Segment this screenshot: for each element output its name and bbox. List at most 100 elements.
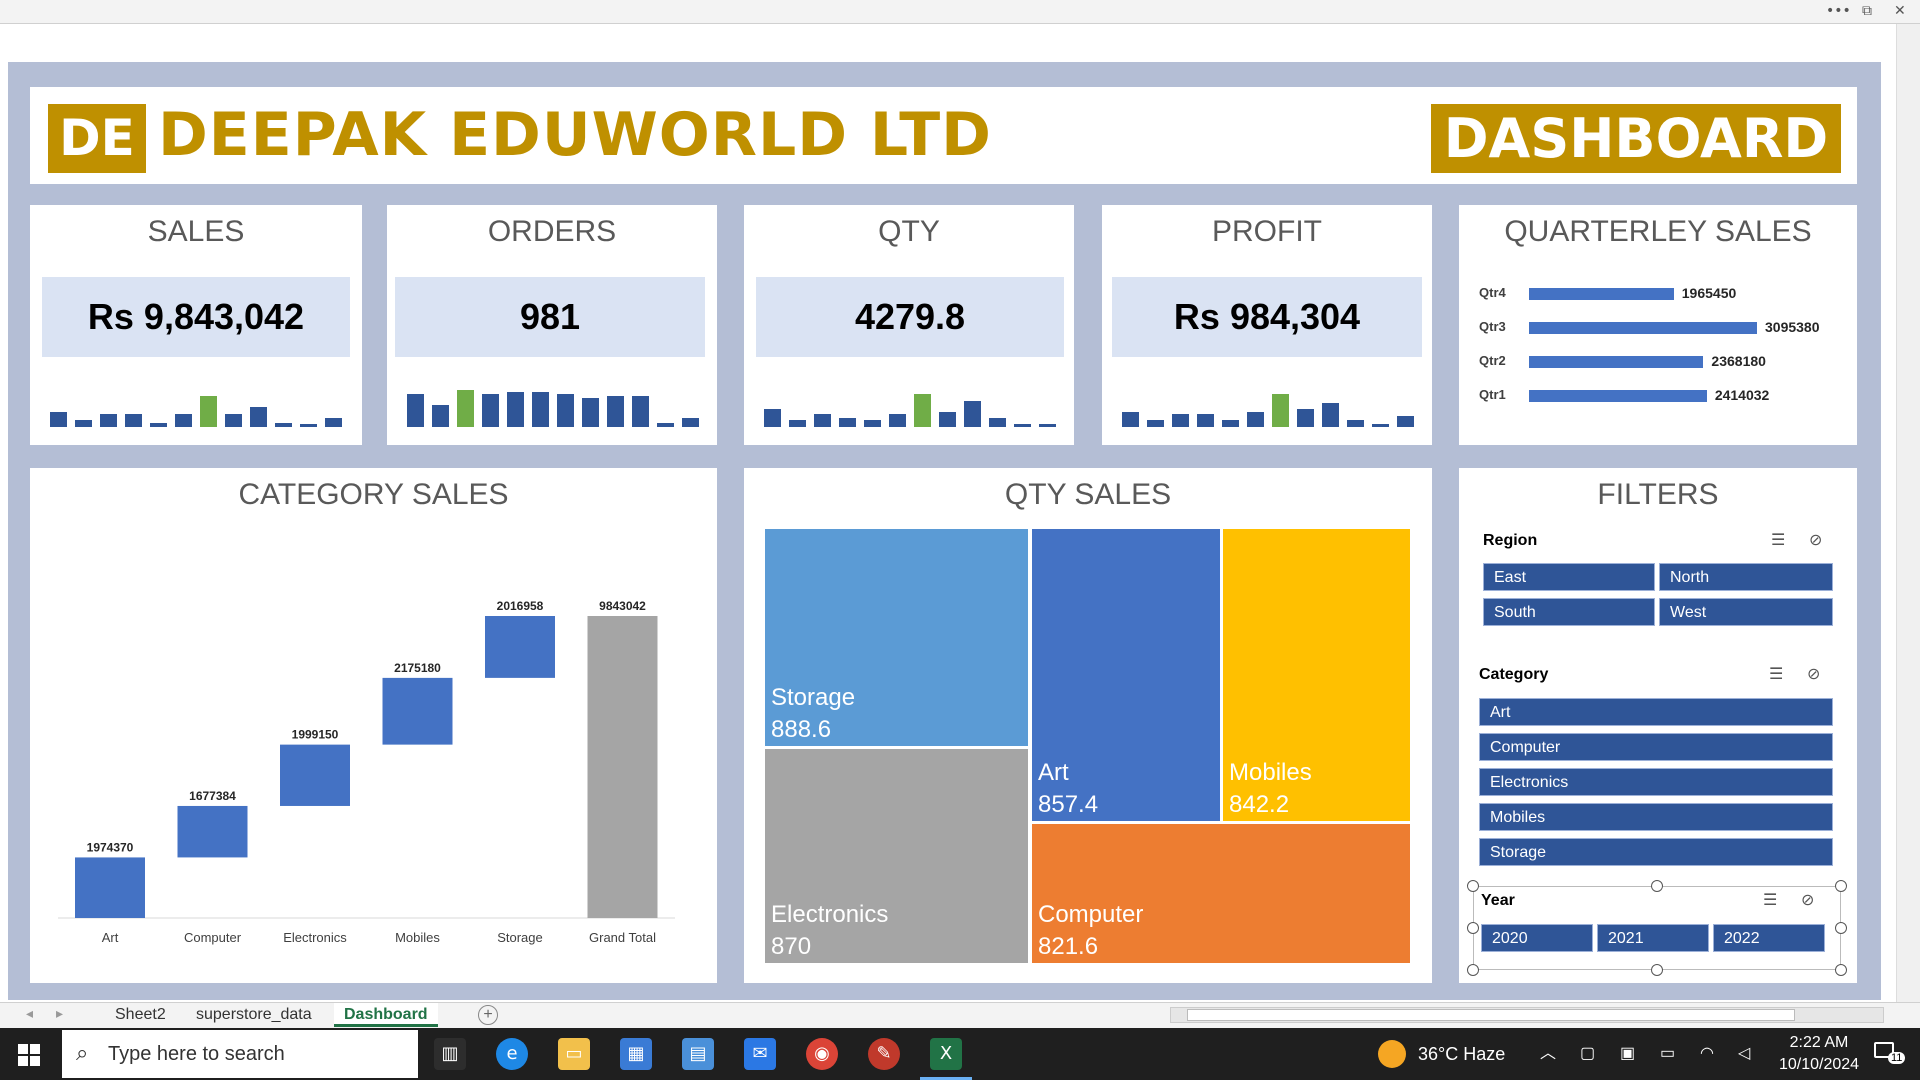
multi-select-icon[interactable]: ☰ bbox=[1763, 890, 1777, 909]
notifications-icon[interactable]: 11 bbox=[1874, 1040, 1906, 1068]
treemap-tile-value: 821.6 bbox=[1038, 933, 1099, 960]
horizontal-scroll-thumb[interactable] bbox=[1187, 1009, 1795, 1021]
tab-sheet2[interactable]: Sheet2 bbox=[105, 1003, 176, 1027]
quarter-bar bbox=[1529, 390, 1707, 402]
region-east-button[interactable]: East bbox=[1483, 563, 1655, 591]
kpi-title: ORDERS bbox=[487, 215, 617, 248]
windows-start-icon[interactable] bbox=[18, 1044, 40, 1066]
category-art-button[interactable]: Art bbox=[1479, 698, 1833, 726]
search-placeholder: Type here to search bbox=[108, 1043, 285, 1065]
tab-nav-right-icon[interactable]: ▸ bbox=[56, 1005, 63, 1022]
year-2020-button[interactable]: 2020 bbox=[1481, 924, 1593, 952]
weather-icon[interactable] bbox=[1378, 1040, 1406, 1068]
clear-filter-icon[interactable]: ⊘ bbox=[1801, 890, 1814, 909]
edge-browser-icon[interactable]: e bbox=[496, 1038, 528, 1070]
spark-bar bbox=[764, 409, 781, 427]
resize-handle[interactable] bbox=[1835, 880, 1847, 892]
resize-handle[interactable] bbox=[1835, 922, 1847, 934]
vertical-scrollbar[interactable] bbox=[1896, 24, 1920, 1002]
windows-taskbar: ⌕ Type here to search ▥ e ▭ ▦ ▤ ✉ ◉ ✎ X … bbox=[0, 1028, 1920, 1080]
task-view-icon[interactable]: ▥ bbox=[434, 1038, 466, 1070]
close-icon[interactable]: ✕ bbox=[1894, 3, 1906, 19]
year-2021-button[interactable]: 2021 bbox=[1597, 924, 1709, 952]
more-options-icon[interactable]: ••• bbox=[1826, 3, 1851, 19]
year-2022-button[interactable]: 2022 bbox=[1713, 924, 1825, 952]
treemap-tile-value: 857.4 bbox=[1038, 791, 1099, 818]
tray-display-icon[interactable]: ▣ bbox=[1620, 1028, 1635, 1080]
horizontal-scrollbar[interactable] bbox=[1170, 1007, 1884, 1023]
resize-handle[interactable] bbox=[1835, 964, 1847, 976]
category-mobiles-button[interactable]: Mobiles bbox=[1479, 803, 1833, 831]
desktop-app-icon[interactable]: ▤ bbox=[682, 1038, 714, 1070]
resize-handle[interactable] bbox=[1467, 880, 1479, 892]
multi-select-icon[interactable]: ☰ bbox=[1769, 664, 1783, 683]
clock-date: 10/10/2024 bbox=[1778, 1056, 1860, 1073]
chrome-icon[interactable]: ◉ bbox=[806, 1038, 838, 1070]
spark-bar bbox=[300, 424, 317, 427]
waterfall-bar bbox=[382, 677, 453, 745]
spark-bar bbox=[532, 391, 549, 427]
filters-card: FILTERS Region ☰ ⊘ East North South West… bbox=[1459, 468, 1857, 983]
spark-bar bbox=[175, 413, 192, 427]
tray-chevron-icon[interactable]: ︿ bbox=[1540, 1028, 1556, 1080]
multi-select-icon[interactable]: ☰ bbox=[1771, 530, 1785, 549]
spark-bar bbox=[432, 405, 449, 427]
add-sheet-icon[interactable]: + bbox=[478, 1005, 498, 1025]
notification-count: 11 bbox=[1888, 1052, 1906, 1064]
clock-time: 2:22 AM bbox=[1789, 1034, 1849, 1051]
paint-app-icon[interactable]: ✎ bbox=[868, 1038, 900, 1070]
excel-icon[interactable]: X bbox=[930, 1038, 962, 1070]
clock[interactable]: 2:22 AM 10/10/2024 bbox=[1774, 1032, 1864, 1076]
tray-app-icon[interactable]: ▢ bbox=[1580, 1028, 1595, 1080]
treemap-tile-name: Mobiles bbox=[1229, 759, 1312, 786]
file-explorer-icon[interactable]: ▭ bbox=[558, 1038, 590, 1070]
sparkline bbox=[407, 383, 699, 427]
quarter-value: 1965450 bbox=[1681, 285, 1737, 301]
resize-handle[interactable] bbox=[1651, 880, 1663, 892]
store-icon[interactable]: ▦ bbox=[620, 1038, 652, 1070]
waterfall-category-label: Art bbox=[102, 930, 119, 945]
category-electronics-button[interactable]: Electronics bbox=[1479, 768, 1833, 796]
category-sales-card: CATEGORY SALES 1974370 Art 1677384 Computer… bbox=[30, 468, 717, 983]
waterfall-category-label: Grand Total bbox=[589, 930, 656, 945]
spark-bar bbox=[457, 389, 474, 427]
kpi-profit-card: PROFIT Rs 984,304 bbox=[1102, 205, 1432, 445]
tab-nav-left-icon[interactable]: ◂ bbox=[26, 1005, 33, 1022]
spark-bar bbox=[1347, 420, 1364, 427]
spark-bar bbox=[682, 418, 699, 427]
quarter-label: Qtr1 bbox=[1479, 387, 1506, 402]
category-computer-button[interactable]: Computer bbox=[1479, 733, 1833, 761]
resize-handle[interactable] bbox=[1651, 964, 1663, 976]
region-west-button[interactable]: West bbox=[1659, 598, 1833, 626]
spark-bar bbox=[1297, 409, 1314, 427]
region-south-button[interactable]: South bbox=[1483, 598, 1655, 626]
wifi-icon[interactable]: ◠ bbox=[1700, 1028, 1714, 1080]
weather-text[interactable]: 36°C Haze bbox=[1418, 1028, 1505, 1080]
treemap-tile-name: Electronics bbox=[771, 901, 889, 928]
resize-handle[interactable] bbox=[1467, 964, 1479, 976]
waterfall-bar bbox=[485, 616, 555, 678]
clear-filter-icon[interactable]: ⊘ bbox=[1807, 664, 1820, 683]
resize-handle[interactable] bbox=[1467, 922, 1479, 934]
mail-icon[interactable]: ✉ bbox=[744, 1038, 776, 1070]
battery-icon[interactable]: ▭ bbox=[1660, 1028, 1675, 1080]
treemap-tile-label: Art 857.4 bbox=[1038, 757, 1098, 821]
region-north-button[interactable]: North bbox=[1659, 563, 1833, 591]
treemap-tile-name: Computer bbox=[1038, 901, 1144, 928]
tab-superstore-data[interactable]: superstore_data bbox=[186, 1003, 322, 1027]
quarterly-sales-card: QUARTERLEY SALES Qtr4 1965450 Qtr3 3095380 Q… bbox=[1459, 205, 1857, 445]
taskbar-search-input[interactable]: ⌕ Type here to search bbox=[62, 1030, 418, 1078]
spark-bar bbox=[789, 420, 806, 427]
waterfall-value-label: 1974370 bbox=[87, 840, 134, 854]
category-storage-button[interactable]: Storage bbox=[1479, 838, 1833, 866]
treemap-tile-value: 842.2 bbox=[1229, 791, 1290, 818]
tab-dashboard[interactable]: Dashboard bbox=[334, 1003, 438, 1027]
window-titlebar: ••• ⧉ ✕ bbox=[0, 0, 1920, 24]
volume-icon[interactable]: ◁ bbox=[1738, 1028, 1750, 1080]
restore-icon[interactable]: ⧉ bbox=[1862, 3, 1872, 19]
spark-bar bbox=[507, 391, 524, 427]
spark-bar bbox=[1147, 420, 1164, 427]
company-name: DEEPAK EDUWORLD LTD bbox=[158, 100, 992, 170]
clear-filter-icon[interactable]: ⊘ bbox=[1809, 530, 1822, 549]
spark-bar bbox=[275, 422, 292, 427]
